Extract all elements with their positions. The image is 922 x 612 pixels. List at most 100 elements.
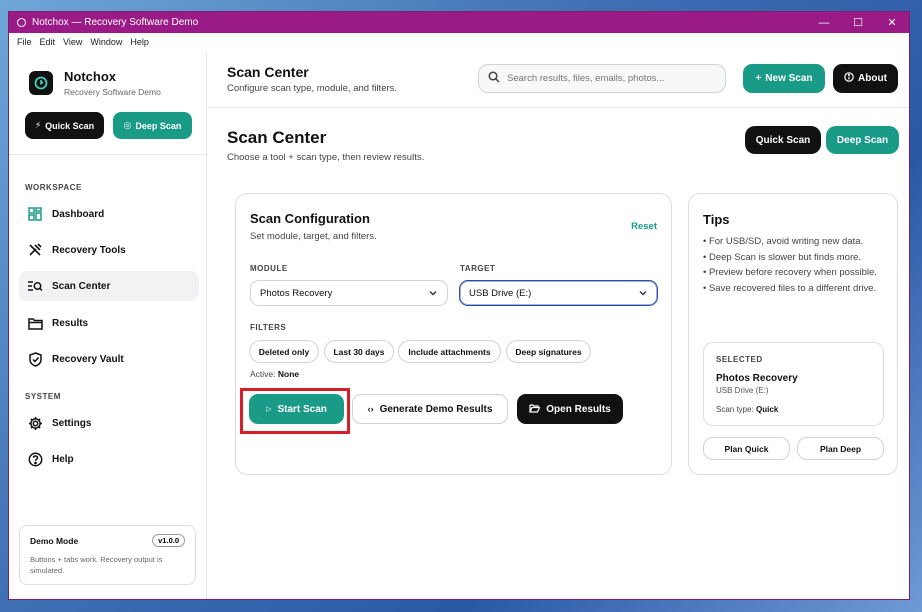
about-label: About — [858, 73, 887, 84]
tip-item: • Save recovered files to a different dr… — [703, 283, 877, 295]
menu-window[interactable]: Window — [86, 37, 126, 47]
filter-chip-include-attachments[interactable]: Include attachments — [398, 340, 501, 363]
brand: Notchox Recovery Software Demo — [29, 69, 161, 97]
active-filters: Active: None — [250, 369, 299, 379]
chevron-down-icon — [638, 288, 648, 301]
sidebar-item-recovery-vault[interactable]: Recovery Vault — [19, 344, 199, 374]
scan-configuration-card: Scan Configuration Set module, target, a… — [235, 193, 672, 475]
target-icon: ◎ — [123, 120, 132, 130]
target-label: TARGET — [460, 264, 496, 273]
page-subtitle: Choose a tool + scan type, then review r… — [227, 152, 425, 163]
filter-chip-deleted-only[interactable]: Deleted only — [249, 340, 319, 363]
selected-module: Photos Recovery — [716, 373, 798, 384]
sidebar: Notchox Recovery Software Demo ⚡ Quick S… — [9, 51, 207, 599]
sidebar-item-results[interactable]: Results — [19, 308, 199, 338]
sidebar-divider — [9, 154, 206, 155]
sidebar-item-label: Scan Center — [52, 280, 111, 292]
target-value: USB Drive (E:) — [469, 287, 532, 299]
topbar-subtitle: Configure scan type, module, and filters… — [227, 83, 398, 94]
search-icon — [488, 70, 500, 88]
menu-help[interactable]: Help — [126, 37, 153, 47]
maximize-button[interactable]: ☐ — [841, 12, 875, 33]
filter-chip-last-30-days[interactable]: Last 30 days — [324, 340, 394, 363]
chevron-down-icon — [428, 288, 438, 301]
app-icon — [17, 18, 26, 27]
filter-chip-deep-signatures[interactable]: Deep signatures — [506, 340, 591, 363]
tip-item: • Deep Scan is slower but finds more. — [703, 251, 862, 263]
sidebar-quick-scan-label: Quick Scan — [45, 120, 95, 131]
start-scan-button[interactable]: ▷ Start Scan — [249, 394, 344, 424]
active-filters-label: Active: — [250, 369, 276, 379]
app-window: Notchox — Recovery Software Demo — ☐ ✕ F… — [8, 11, 910, 600]
plus-icon: + — [755, 73, 762, 84]
search-box[interactable] — [478, 64, 726, 93]
title-bar: Notchox — Recovery Software Demo — ☐ ✕ — [9, 12, 909, 33]
deep-scan-button[interactable]: Deep Scan — [826, 126, 899, 154]
code-icon: ‹› — [367, 404, 374, 414]
active-filters-value: None — [277, 369, 300, 379]
open-results-label: Open Results — [546, 403, 611, 415]
new-scan-label: New Scan — [765, 73, 813, 84]
workspace-label: WORKSPACE — [25, 183, 82, 192]
sidebar-item-label: Recovery Vault — [52, 353, 124, 365]
top-bar: Scan Center Configure scan type, module,… — [208, 51, 909, 108]
bolt-icon: ⚡ — [34, 120, 42, 130]
menu-edit[interactable]: Edit — [36, 37, 60, 47]
sidebar-item-label: Recovery Tools — [52, 244, 126, 256]
sidebar-item-recovery-tools[interactable]: Recovery Tools — [19, 235, 199, 265]
brand-subtitle: Recovery Software Demo — [64, 87, 161, 97]
filters-label: FILTERS — [250, 323, 287, 332]
sidebar-deep-scan-button[interactable]: ◎ Deep Scan — [113, 112, 192, 139]
selected-target: USB Drive (E:) — [716, 386, 769, 395]
selected-label: SELECTED — [716, 355, 763, 364]
folder-icon — [26, 314, 44, 332]
plan-deep-button[interactable]: Plan Deep — [797, 437, 884, 460]
window-title: Notchox — Recovery Software Demo — [32, 17, 199, 28]
module-label: MODULE — [250, 264, 288, 273]
quick-scan-button[interactable]: Quick Scan — [745, 126, 821, 154]
demo-mode-card: Demo Mode v1.0.0 Buttons + tabs work. Re… — [19, 525, 196, 585]
sidebar-item-settings[interactable]: Settings — [19, 408, 199, 438]
module-select[interactable]: Photos Recovery — [250, 280, 448, 306]
folder-open-icon — [529, 403, 541, 416]
generate-demo-results-label: Generate Demo Results — [379, 403, 493, 415]
menu-view[interactable]: View — [59, 37, 86, 47]
sidebar-item-help[interactable]: Help — [19, 444, 199, 474]
reset-button[interactable]: Reset — [631, 221, 657, 232]
about-button[interactable]: About — [833, 64, 898, 93]
main-content: Scan Center Configure scan type, module,… — [208, 51, 909, 599]
sidebar-item-dashboard[interactable]: Dashboard — [19, 199, 199, 229]
topbar-title: Scan Center — [227, 64, 309, 80]
tips-card: Tips • For USB/SD, avoid writing new dat… — [688, 193, 898, 475]
version-badge: v1.0.0 — [152, 534, 185, 547]
info-icon — [844, 72, 854, 85]
scan-type-label: Scan type: — [716, 405, 754, 414]
module-value: Photos Recovery — [260, 287, 333, 299]
open-results-button[interactable]: Open Results — [517, 394, 623, 424]
scan-type-value: Quick — [756, 405, 779, 414]
dashboard-icon — [26, 205, 44, 223]
minimize-button[interactable]: — — [807, 12, 841, 33]
generate-demo-results-button[interactable]: ‹› Generate Demo Results — [352, 394, 508, 424]
tip-item: • Preview before recovery when possible. — [703, 267, 877, 279]
menu-bar: File Edit View Window Help — [9, 33, 909, 51]
plan-quick-button[interactable]: Plan Quick — [703, 437, 790, 460]
selected-scan-type: Scan type: Quick — [716, 405, 778, 414]
sidebar-item-scan-center[interactable]: Scan Center — [19, 271, 199, 301]
sidebar-quick-scan-button[interactable]: ⚡ Quick Scan — [25, 112, 104, 139]
new-scan-button[interactable]: + New Scan — [743, 64, 825, 93]
brand-name: Notchox — [64, 69, 116, 84]
tips-list: • For USB/SD, avoid writing new data. • … — [703, 234, 883, 297]
system-label: SYSTEM — [25, 392, 61, 401]
config-subtitle: Set module, target, and filters. — [250, 231, 377, 242]
close-button[interactable]: ✕ — [875, 12, 909, 33]
menu-file[interactable]: File — [13, 37, 36, 47]
config-title: Scan Configuration — [250, 211, 370, 226]
sidebar-item-label: Dashboard — [52, 208, 105, 220]
tips-title: Tips — [703, 212, 730, 227]
search-input[interactable] — [507, 73, 707, 84]
demo-mode-text: Buttons + tabs work. Recovery output is … — [30, 555, 163, 575]
brand-logo-icon — [29, 71, 53, 95]
target-select[interactable]: USB Drive (E:) — [459, 280, 658, 306]
help-icon — [26, 450, 44, 468]
